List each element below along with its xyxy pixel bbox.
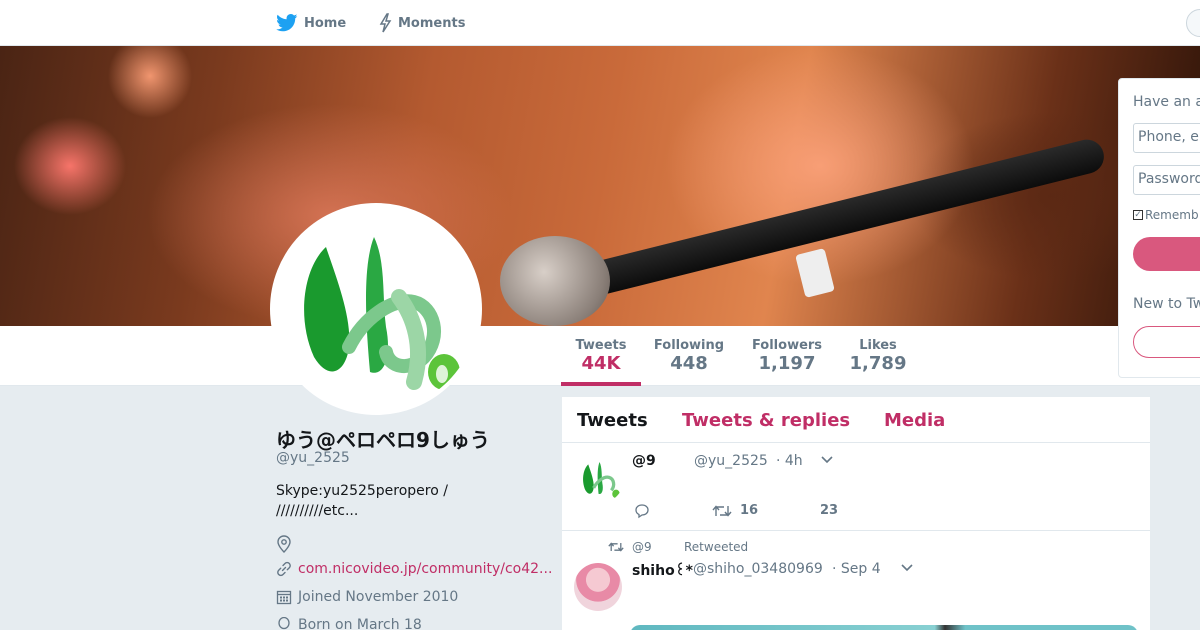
timeline-tabs: Tweets Tweets & replies Media	[562, 397, 1150, 443]
retweeter-name[interactable]: @9	[632, 540, 652, 554]
nav-user-avatar[interactable]	[1186, 9, 1200, 37]
retweet-icon	[712, 504, 732, 517]
stat-active-underline	[561, 382, 641, 386]
profile-stats-bar: Tweets 44K Following 448 Followers 1,197…	[0, 326, 1200, 386]
timeline: Tweets Tweets & replies Media @9 @yu_252…	[562, 397, 1150, 630]
profile-born-text: Born on March 18	[298, 617, 422, 630]
tweet[interactable]: @9 Retweeted shiho꒰* @shiho_03480969 · S…	[562, 531, 1150, 630]
tweet[interactable]: @9 @yu_2525 · 4h 16 23	[562, 443, 1150, 531]
tab-tweets-and-replies[interactable]: Tweets & replies	[682, 410, 850, 431]
retweet-icon	[608, 542, 624, 552]
stat-tweets[interactable]: Tweets 44K	[561, 338, 641, 374]
profile-joined-text: Joined November 2010	[298, 589, 459, 605]
tweet-avatar[interactable]	[576, 455, 624, 503]
tweet-timestamp[interactable]: · 4h	[776, 453, 803, 469]
tweet-menu-chevron-icon[interactable]	[820, 453, 834, 469]
profile-born: Born on March 18	[276, 617, 422, 630]
stat-followers-label: Followers	[751, 338, 823, 353]
stat-tweets-value: 44K	[581, 353, 621, 374]
stat-following[interactable]: Following 448	[650, 338, 728, 374]
location-pin-icon	[277, 535, 291, 553]
password-input[interactable]: Password	[1133, 165, 1200, 195]
profile-url-link[interactable]: com.nicovideo.jp/community/co42...	[298, 561, 552, 577]
avatar-logo-icon	[583, 462, 620, 499]
tweet-menu-chevron-icon[interactable]	[900, 561, 914, 577]
calendar-icon	[276, 590, 292, 605]
nav-moments[interactable]: Moments	[378, 0, 465, 46]
profile-bio-line-1: Skype:yu2525peropero /	[276, 483, 448, 499]
balloon-icon	[278, 617, 290, 630]
profile-location	[276, 535, 292, 553]
login-card: Have an a Phone, e Password ✓ Rememb New…	[1118, 78, 1200, 378]
remember-me-checkbox[interactable]: ✓	[1133, 210, 1143, 220]
like-button[interactable]: 23	[820, 503, 838, 518]
lightning-icon	[379, 13, 392, 33]
link-icon	[277, 561, 291, 577]
profile-bio-line-2: //////////etc...	[276, 503, 359, 519]
signup-button[interactable]	[1133, 326, 1200, 358]
retweet-context: @9	[608, 540, 652, 554]
reply-button[interactable]	[634, 503, 650, 519]
profile-banner	[0, 46, 1200, 326]
tweet-author-name[interactable]: shiho꒰*	[632, 561, 693, 579]
stat-following-value: 448	[670, 353, 708, 374]
banner-microphone-head	[500, 236, 610, 326]
stat-likes-value: 1,789	[849, 353, 907, 374]
profile-name: ゆう@ペロペロ9しゅう	[276, 428, 490, 452]
avatar-logo-icon	[304, 237, 460, 390]
bird-icon	[276, 14, 298, 32]
stat-following-label: Following	[653, 338, 725, 353]
profile-joined: Joined November 2010	[276, 589, 458, 605]
tweet-timestamp[interactable]: · Sep 4	[832, 561, 881, 577]
login-button[interactable]	[1133, 237, 1200, 271]
nav-home-label: Home	[304, 15, 347, 31]
top-nav: Home Moments	[0, 0, 1200, 46]
like-count: 23	[820, 503, 839, 518]
nav-moments-label: Moments	[398, 15, 466, 31]
tweet-author-name[interactable]: @9	[632, 453, 656, 469]
tweet-avatar[interactable]	[574, 563, 622, 611]
nav-home[interactable]: Home	[276, 0, 346, 46]
remember-me-label: Rememb	[1145, 208, 1199, 222]
new-to-twitter-text: New to Tw	[1133, 296, 1200, 312]
retweet-button[interactable]: 16	[712, 503, 758, 518]
stat-followers[interactable]: Followers 1,197	[748, 338, 826, 374]
banner-mic-ring	[795, 248, 835, 298]
remember-me[interactable]: ✓ Rememb	[1133, 208, 1199, 222]
stat-tweets-label: Tweets	[575, 338, 627, 353]
retweet-count: 16	[740, 503, 759, 518]
profile-url: com.nicovideo.jp/community/co42...	[276, 561, 552, 577]
stat-followers-value: 1,197	[758, 353, 816, 374]
tweet-media[interactable]	[630, 625, 1138, 630]
profile-bio: Skype:yu2525peropero / //////////etc...	[276, 481, 536, 521]
tweet-author-handle[interactable]: @shiho_03480969	[693, 561, 823, 577]
login-header: Have an a	[1133, 94, 1200, 110]
stat-likes-label: Likes	[859, 338, 897, 353]
phone-email-input[interactable]: Phone, e	[1133, 123, 1200, 153]
retweeted-label: Retweeted	[684, 540, 749, 554]
profile-handle: @yu_2525	[276, 450, 350, 466]
reply-icon	[635, 504, 649, 519]
tab-media[interactable]: Media	[884, 410, 945, 431]
stat-likes[interactable]: Likes 1,789	[840, 338, 916, 374]
profile-avatar[interactable]	[270, 203, 482, 415]
tweet-author-handle[interactable]: @yu_2525	[694, 453, 768, 469]
tab-tweets[interactable]: Tweets	[577, 410, 648, 431]
